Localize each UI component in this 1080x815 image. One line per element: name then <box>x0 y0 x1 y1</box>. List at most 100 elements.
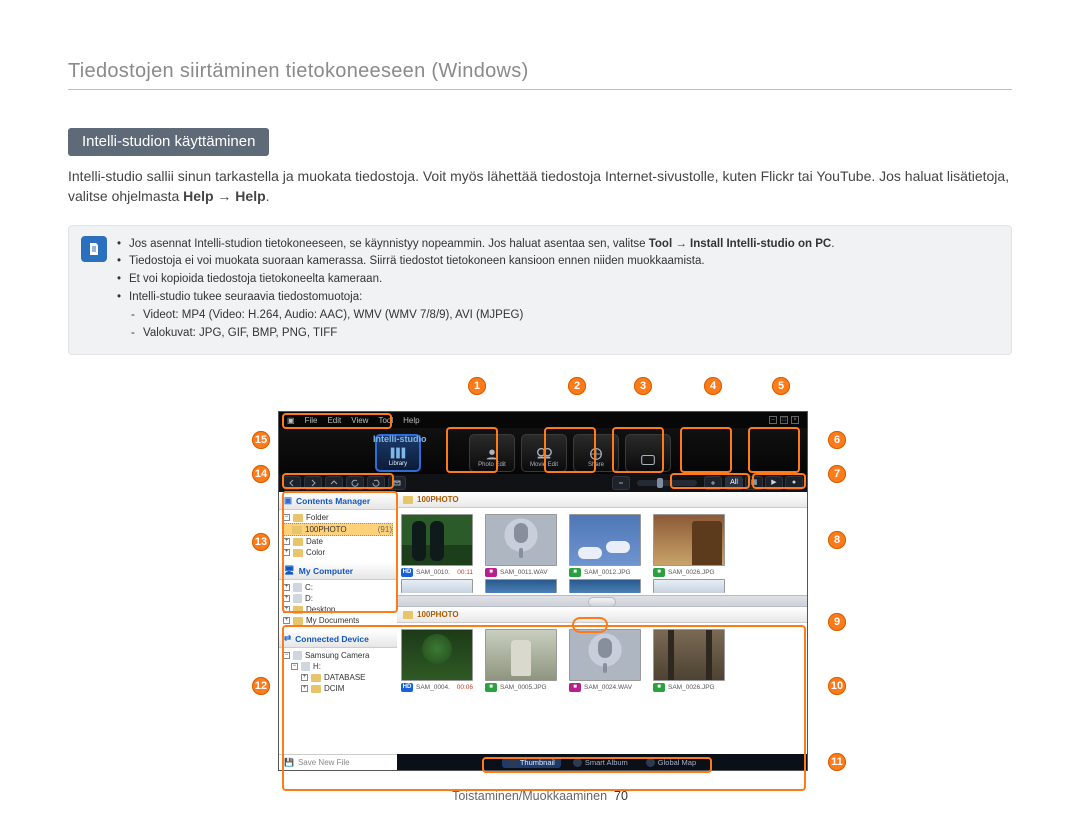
thumbnail-item[interactable]: ■SAM_0026.JPG <box>653 514 725 577</box>
thumbnail-image[interactable] <box>653 629 725 681</box>
filter-all[interactable]: All <box>725 476 743 490</box>
view-smart-album[interactable]: Smart Album <box>567 757 634 768</box>
thumbnail-image[interactable] <box>569 629 641 681</box>
tree-color[interactable]: +Color <box>283 547 393 558</box>
tree-database[interactable]: +DATABASE <box>283 672 393 683</box>
menu-view[interactable]: View <box>351 416 368 425</box>
minimize-icon[interactable]: – <box>769 416 777 424</box>
folder-icon <box>292 526 302 534</box>
nav-mail[interactable] <box>388 476 406 490</box>
mode-photo-edit[interactable]: Photo Edit <box>469 434 515 472</box>
tree-folder[interactable]: −Folder <box>283 512 393 523</box>
close-icon[interactable]: × <box>791 416 799 424</box>
filter-audio-icon[interactable]: ● <box>785 476 803 490</box>
expand-icon[interactable]: + <box>283 617 290 624</box>
zoom-slider[interactable] <box>637 480 697 486</box>
menu-edit[interactable]: Edit <box>327 416 341 425</box>
mode-extra[interactable] <box>625 434 671 472</box>
thumbnail-item[interactable]: ■SAM_0024.WAV <box>569 629 641 692</box>
note-1a: Jos asennat Intelli-studion tietokoneese… <box>129 238 649 250</box>
filter-movie-icon[interactable]: ▶ <box>765 476 783 490</box>
thumbnail-image[interactable] <box>485 514 557 566</box>
collapse-icon[interactable]: − <box>291 663 298 670</box>
thumbnail-item[interactable] <box>569 579 641 593</box>
thumbnail-image[interactable] <box>401 579 473 593</box>
zoom-out[interactable] <box>612 476 630 490</box>
folder-icon <box>403 496 413 504</box>
mode-share[interactable]: Share <box>573 434 619 472</box>
thumbnail-item[interactable]: ■SAM_0005.JPG <box>485 629 557 692</box>
tree-date[interactable]: +Date <box>283 536 393 547</box>
thumbs-bottom: HDSAM_0004.00:06■SAM_0005.JPG ■SAM_0024.W… <box>397 623 807 694</box>
filter-photo-icon[interactable]: ▦ <box>745 476 763 490</box>
view-thumbnail[interactable]: Thumbnail <box>502 757 561 768</box>
collapse-icon[interactable]: − <box>283 652 290 659</box>
expand-icon[interactable]: + <box>283 584 290 591</box>
tree-dcim[interactable]: +DCIM <box>283 683 393 694</box>
maximize-icon[interactable]: □ <box>780 416 788 424</box>
thumbnail-image[interactable] <box>569 579 641 593</box>
mode-movie-edit[interactable]: Movie Edit <box>521 434 567 472</box>
thumbnail-image[interactable] <box>401 514 473 566</box>
note-box: Jos asennat Intelli-studion tietokoneese… <box>68 225 1012 356</box>
expand-icon[interactable]: + <box>283 549 290 556</box>
note-1c: . <box>831 238 834 250</box>
expand-icon[interactable]: + <box>283 606 290 613</box>
thumbnail-caption: ■SAM_0024.WAV <box>569 683 641 692</box>
nav-fwd[interactable] <box>304 476 322 490</box>
menu-help[interactable]: Help <box>403 416 419 425</box>
tree-100photo[interactable]: 100PHOTO(91) <box>283 523 393 536</box>
expand-icon[interactable]: + <box>301 685 308 692</box>
thumbnail-item[interactable]: HDSAM_0004.00:06 <box>401 629 473 692</box>
thumbs-top-partial <box>397 579 807 595</box>
tree-contents: −Folder 100PHOTO(91) +Date +Color <box>279 510 397 562</box>
tree-drive-d[interactable]: + D: <box>283 593 393 604</box>
callout-14: 14 <box>252 465 270 483</box>
collapse-icon[interactable]: − <box>283 514 290 521</box>
mode-share-label: Share <box>588 462 604 468</box>
nav-rotate-r[interactable] <box>367 476 385 490</box>
thumbnail-image[interactable] <box>653 579 725 593</box>
thumbnail-image[interactable] <box>653 514 725 566</box>
thumbnail-image[interactable] <box>401 629 473 681</box>
thumbnail-item[interactable]: HDSAM_0010.00:11 <box>401 514 473 577</box>
splitter-grip-icon[interactable] <box>588 597 616 607</box>
menubar: ▣ File Edit View Tool Help –□× <box>279 412 807 428</box>
expand-icon[interactable]: + <box>283 538 290 545</box>
thumbnail-image[interactable] <box>485 579 557 593</box>
thumbnail-item[interactable]: ■SAM_0026.JPG <box>653 629 725 692</box>
thumbnail-item[interactable]: ■SAM_0011.WAV <box>485 514 557 577</box>
nav-up[interactable] <box>325 476 343 490</box>
content-header-bottom-label: 100PHOTO <box>417 610 459 619</box>
thumbnail-item[interactable] <box>485 579 557 593</box>
window-controls[interactable]: –□× <box>769 416 799 424</box>
save-new-file[interactable]: 💾Save New File <box>279 754 397 770</box>
pane-splitter[interactable] <box>397 595 807 607</box>
expand-icon[interactable]: + <box>283 595 290 602</box>
tree-vol-h[interactable]: −H: <box>283 661 393 672</box>
note-line-1: Jos asennat Intelli-studion tietokoneese… <box>117 236 999 254</box>
zoom-in[interactable] <box>704 476 722 490</box>
tree-camera[interactable]: −Samsung Camera <box>283 650 393 661</box>
thumbs-top: HDSAM_0010.00:11■SAM_0011.WAV■SAM_0012.J… <box>397 508 807 579</box>
tree-desktop[interactable]: +Desktop <box>283 604 393 615</box>
menu-tool[interactable]: Tool <box>378 416 393 425</box>
tree-mydocs[interactable]: +My Documents <box>283 615 393 626</box>
thumbnail-item[interactable] <box>653 579 725 593</box>
drive-icon <box>301 662 310 671</box>
thumbnail-caption: ■SAM_0026.JPG <box>653 568 725 577</box>
thumbnail-image[interactable] <box>485 629 557 681</box>
nav-rotate-l[interactable] <box>346 476 364 490</box>
expand-icon[interactable]: + <box>301 674 308 681</box>
nav-back[interactable] <box>283 476 301 490</box>
album-icon <box>573 758 582 767</box>
thumbnail-item[interactable]: ■SAM_0012.JPG <box>569 514 641 577</box>
thumbnail-item[interactable] <box>401 579 473 593</box>
drive-d-label: D: <box>305 594 313 603</box>
view-global-map[interactable]: Global Map <box>640 757 702 768</box>
menu-file[interactable]: File <box>305 416 318 425</box>
tree-drive-c[interactable]: +C: <box>283 582 393 593</box>
thumbnail-image[interactable] <box>569 514 641 566</box>
view-map-label: Global Map <box>658 758 696 767</box>
intro-period: . <box>266 188 270 204</box>
